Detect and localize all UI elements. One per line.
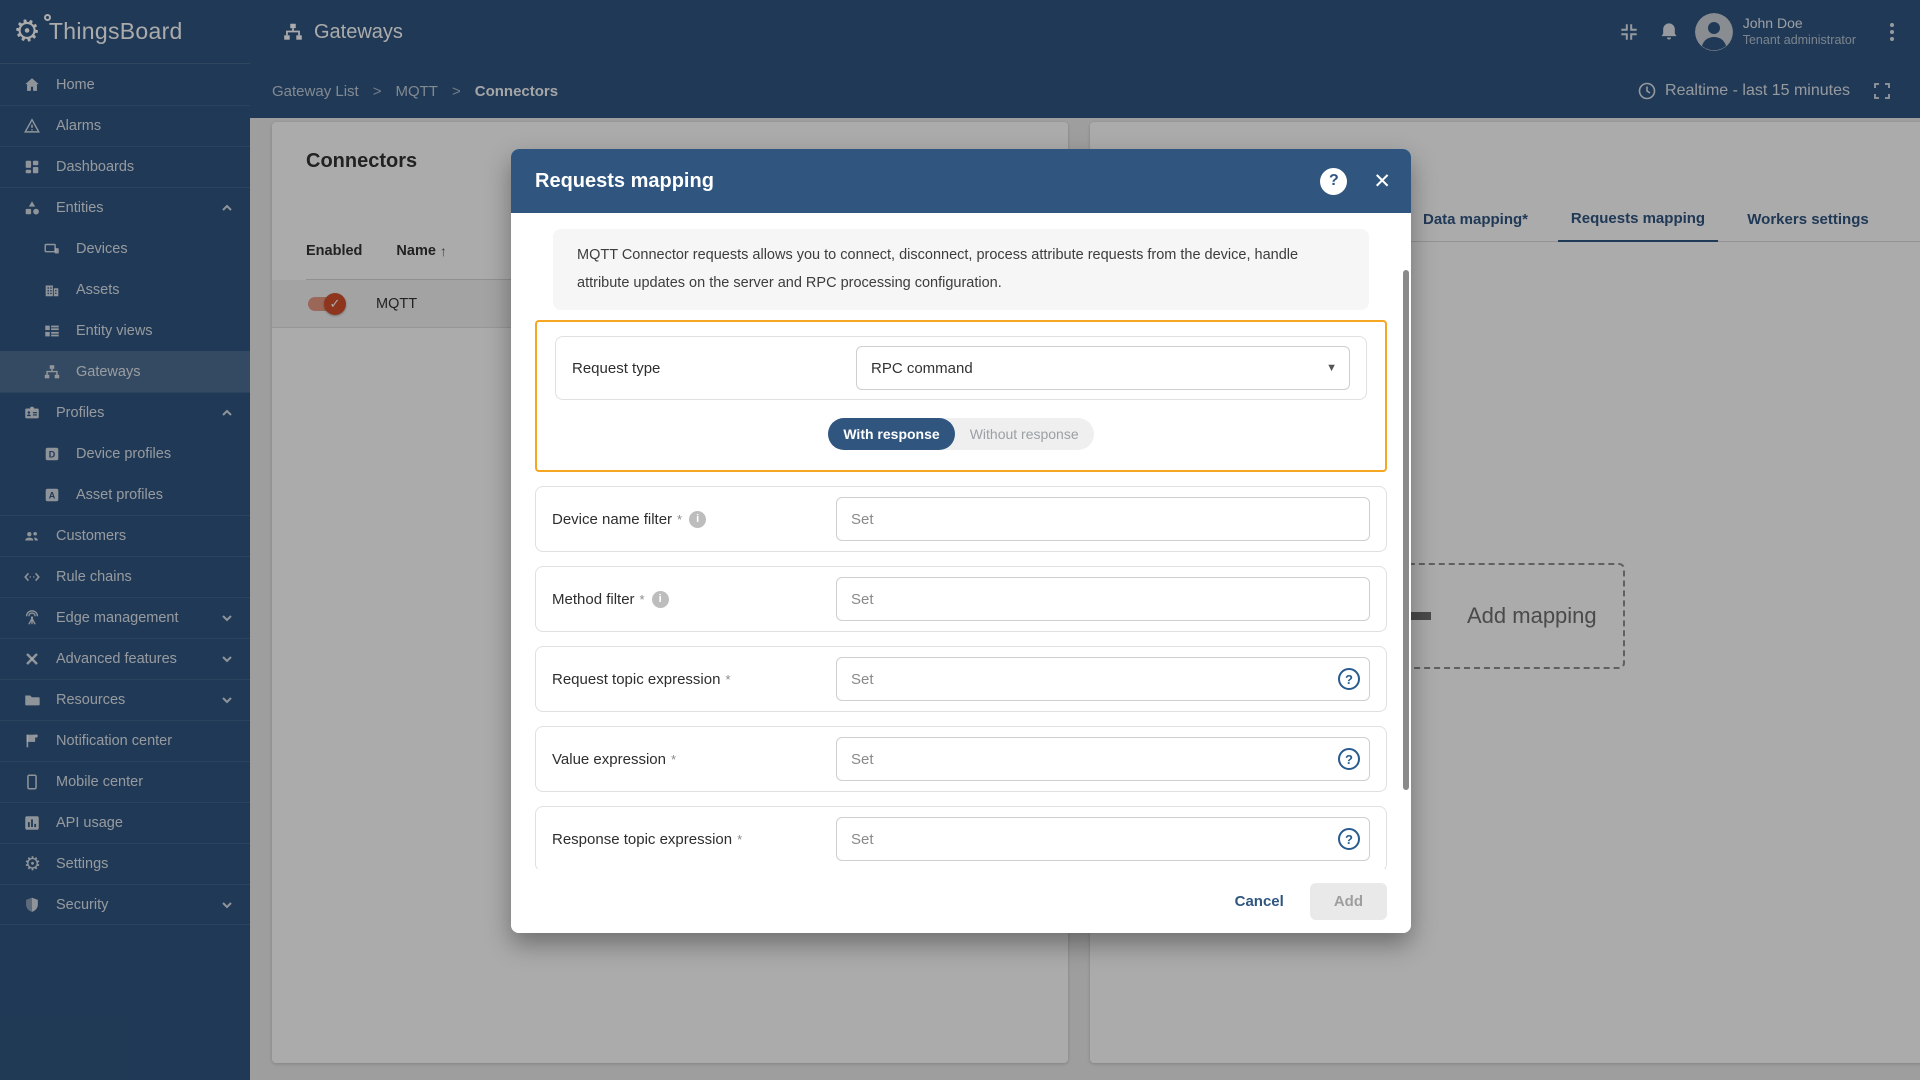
dialog-header: Requests mapping ? ✕ [511, 149, 1411, 213]
field-label: Request topic expression * [552, 670, 731, 688]
request-type-label: Request type [572, 359, 661, 377]
request-topic-expression-field: Request topic expression* ? [535, 646, 1387, 713]
response-topic-expression-field: Response topic expression* ? [535, 806, 1387, 873]
info-icon[interactable]: i [651, 590, 669, 608]
chevron-down-icon: ▼ [1326, 362, 1337, 375]
cancel-button[interactable]: Cancel [1219, 884, 1300, 919]
method-filter-input[interactable] [836, 577, 1370, 622]
dialog-description: MQTT Connector requests allows you to co… [553, 229, 1369, 311]
dialog-footer: Cancel Add [511, 869, 1411, 933]
help-circle-icon[interactable]: ? [1338, 668, 1360, 691]
thingsboard-app: ⚙ ThingsBoard Home Alarms Dashboards Ent… [0, 0, 1920, 1080]
help-circle-icon[interactable]: ? [1338, 748, 1360, 771]
request-topic-expression-input[interactable] [836, 657, 1370, 702]
field-label: Response topic expression * [552, 830, 743, 848]
request-type-value: RPC command [871, 359, 973, 377]
modal-scrollbar[interactable] [1403, 270, 1409, 790]
device-name-filter-field: Device name filter * i [535, 486, 1387, 553]
without-response-option[interactable]: Without response [955, 418, 1094, 450]
info-icon[interactable]: i [689, 510, 707, 528]
request-type-field: Request type RPC command ▼ [555, 336, 1367, 401]
value-expression-field: Value expression* ? [535, 726, 1387, 793]
response-topic-expression-input[interactable] [836, 817, 1370, 862]
help-circle-icon[interactable]: ? [1338, 828, 1360, 851]
requests-mapping-dialog: Requests mapping ? ✕ MQTT Connector requ… [511, 149, 1411, 933]
help-icon[interactable]: ? [1320, 167, 1348, 195]
add-button[interactable]: Add [1309, 882, 1387, 920]
response-toggle: With response Without response [555, 418, 1367, 451]
with-response-option[interactable]: With response [828, 418, 955, 451]
request-type-select[interactable]: RPC command ▼ [856, 346, 1350, 391]
request-type-section: Request type RPC command ▼ With response… [535, 320, 1387, 473]
field-label: Value expression * [552, 750, 677, 768]
field-label: Method filter * i [552, 590, 836, 608]
dialog-body: MQTT Connector requests allows you to co… [511, 213, 1411, 933]
dialog-title: Requests mapping [535, 169, 714, 192]
value-expression-input[interactable] [836, 737, 1370, 782]
field-label: Device name filter * i [552, 510, 836, 528]
close-icon[interactable]: ✕ [1373, 171, 1391, 192]
method-filter-field: Method filter * i [535, 566, 1387, 633]
device-name-filter-input[interactable] [836, 497, 1370, 542]
